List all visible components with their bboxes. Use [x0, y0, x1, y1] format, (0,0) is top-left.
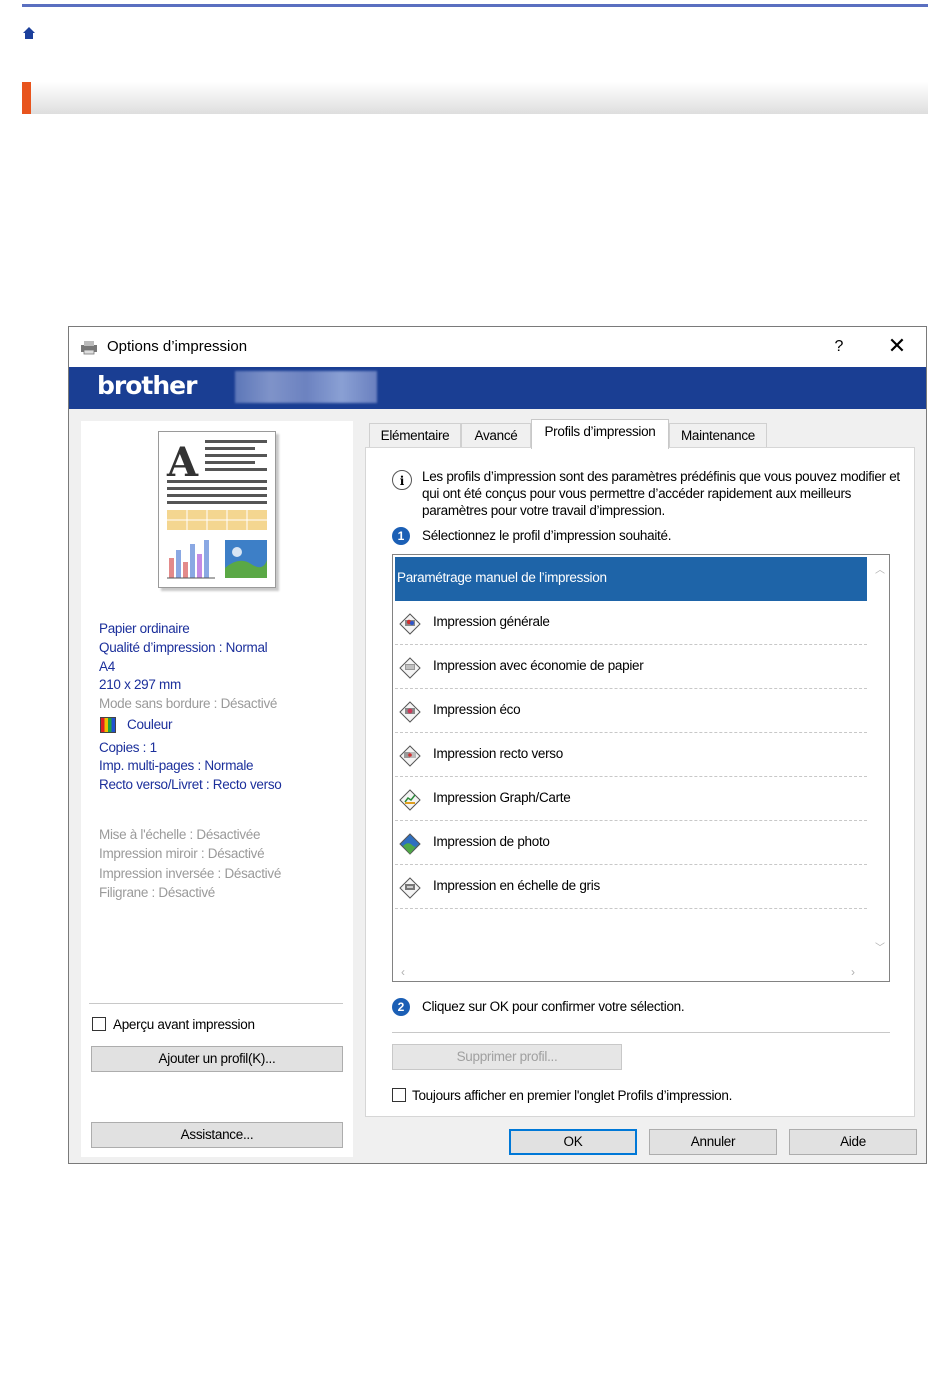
close-button[interactable]: ✕ [873, 333, 921, 361]
list-item-label: Impression de photo [433, 834, 550, 849]
tab-profils-impression[interactable]: Profils d’impression [531, 419, 669, 449]
list-item[interactable]: Impression éco [395, 689, 867, 733]
assistance-button[interactable]: Assistance... [91, 1122, 343, 1148]
settings-summary-panel: A Papier ordinaire Qualité d’impression … [81, 421, 353, 1157]
list-item[interactable]: Impression de photo [395, 821, 867, 865]
list-item-label: Paramétrage manuel de l’impression [397, 570, 607, 585]
scroll-up-icon[interactable]: ︿ [875, 561, 885, 576]
list-item-label: Impression Graph/Carte [433, 790, 571, 805]
graph-card-icon [399, 789, 421, 811]
profiles-tab-pane: i Les profils d’impression sont des para… [365, 447, 915, 1117]
general-print-icon [399, 613, 421, 635]
list-item[interactable]: Impression avec économie de papier [395, 645, 867, 689]
summary-paper-size: A4 [99, 659, 115, 674]
printer-icon [81, 341, 97, 355]
left-separator [89, 1003, 343, 1004]
summary-copies: Copies : 1 [99, 740, 157, 755]
photo-print-icon [399, 833, 421, 855]
list-item-label: Impression recto verso [433, 746, 563, 761]
list-item[interactable]: Impression recto verso [395, 733, 867, 777]
step-1-instruction: Sélectionnez le profil d’impression souh… [422, 528, 672, 543]
section-header-bar [22, 82, 928, 114]
list-vertical-scrollbar[interactable]: ︿ ﹀ [869, 555, 889, 965]
top-rule [22, 4, 928, 7]
summary-borderless: Mode sans bordure : Désactivé [99, 696, 278, 711]
list-item-label: Impression en échelle de gris [433, 878, 600, 893]
svg-text:A: A [166, 439, 199, 486]
summary-mirror: Impression miroir : Désactivé [99, 846, 265, 861]
info-icon: i [392, 470, 412, 490]
scroll-left-icon[interactable]: ‹ [401, 965, 405, 979]
preview-document-icon: A [166, 439, 267, 579]
duplex-print-icon [399, 745, 421, 767]
grayscale-print-icon [399, 877, 421, 899]
profiles-description: Les profils d’impression sont des paramè… [422, 469, 900, 518]
add-profile-button[interactable]: Ajouter un profil(K)... [91, 1046, 343, 1072]
list-item-label: Impression générale [433, 614, 550, 629]
step-2-instruction: Cliquez sur OK pour confirmer votre séle… [422, 999, 685, 1014]
list-item[interactable]: Impression générale [395, 601, 867, 645]
tab-elementaire[interactable]: Elémentaire [369, 423, 461, 447]
summary-color-mode: Couleur [127, 717, 173, 732]
summary-paper-dims: 210 x 297 mm [99, 677, 181, 692]
home-icon[interactable] [22, 26, 36, 40]
list-item[interactable]: Impression Graph/Carte [395, 777, 867, 821]
title-bar: Options d’impression ? ✕ [69, 327, 926, 367]
list-horizontal-scrollbar[interactable]: ‹ › [393, 963, 869, 981]
summary-paper-type: Papier ordinaire [99, 621, 190, 636]
paper-saving-icon [399, 657, 421, 679]
help-footer-button[interactable]: Aide [789, 1129, 917, 1155]
step-2-icon: 2 [392, 998, 410, 1016]
brand-bar: brother [69, 367, 926, 409]
summary-reverse: Impression inversée : Désactivé [99, 866, 282, 881]
summary-watermark: Filigrane : Désactivé [99, 885, 215, 900]
section-accent [22, 82, 31, 114]
delete-profile-button[interactable]: Supprimer profil... [392, 1044, 622, 1070]
list-item[interactable]: Paramétrage manuel de l’impression [395, 557, 867, 601]
step-1-icon: 1 [392, 527, 410, 545]
summary-quality: Qualité d’impression : Normal [99, 640, 268, 655]
always-show-label: Toujours afficher en premier l'onglet Pr… [412, 1088, 733, 1103]
blurred-model-name [235, 371, 377, 403]
print-options-dialog: Options d’impression ? ✕ brother A Papie… [68, 326, 927, 1164]
summary-scaling: Mise à l'échelle : Désactivée [99, 827, 261, 842]
tab-maintenance[interactable]: Maintenance [669, 423, 767, 447]
summary-duplex: Recto verso/Livret : Recto verso [99, 777, 282, 792]
dialog-title: Options d’impression [107, 338, 248, 355]
ok-button[interactable]: OK [509, 1129, 637, 1155]
cancel-button[interactable]: Annuler [649, 1129, 777, 1155]
always-show-checkbox[interactable] [392, 1088, 406, 1102]
scroll-down-icon[interactable]: ﹀ [875, 939, 885, 954]
right-separator [392, 1032, 890, 1033]
help-button[interactable]: ? [821, 333, 857, 361]
eco-print-icon [399, 701, 421, 723]
summary-multipage: Imp. multi-pages : Normale [99, 758, 254, 773]
scroll-right-icon[interactable]: › [851, 965, 855, 979]
profile-list[interactable]: Paramétrage manuel de l’impression Impre… [392, 554, 890, 982]
preview-checkbox[interactable] [92, 1017, 106, 1031]
tab-avance[interactable]: Avancé [461, 423, 531, 447]
page-preview-thumbnail: A [158, 431, 276, 588]
color-mode-icon [100, 717, 116, 733]
preview-checkbox-label: Aperçu avant impression [113, 1017, 255, 1032]
list-item-label: Impression éco [433, 702, 521, 717]
list-item-label: Impression avec économie de papier [433, 658, 644, 673]
list-item[interactable]: Impression en échelle de gris [395, 865, 867, 909]
brand-logo: brother [97, 371, 197, 400]
